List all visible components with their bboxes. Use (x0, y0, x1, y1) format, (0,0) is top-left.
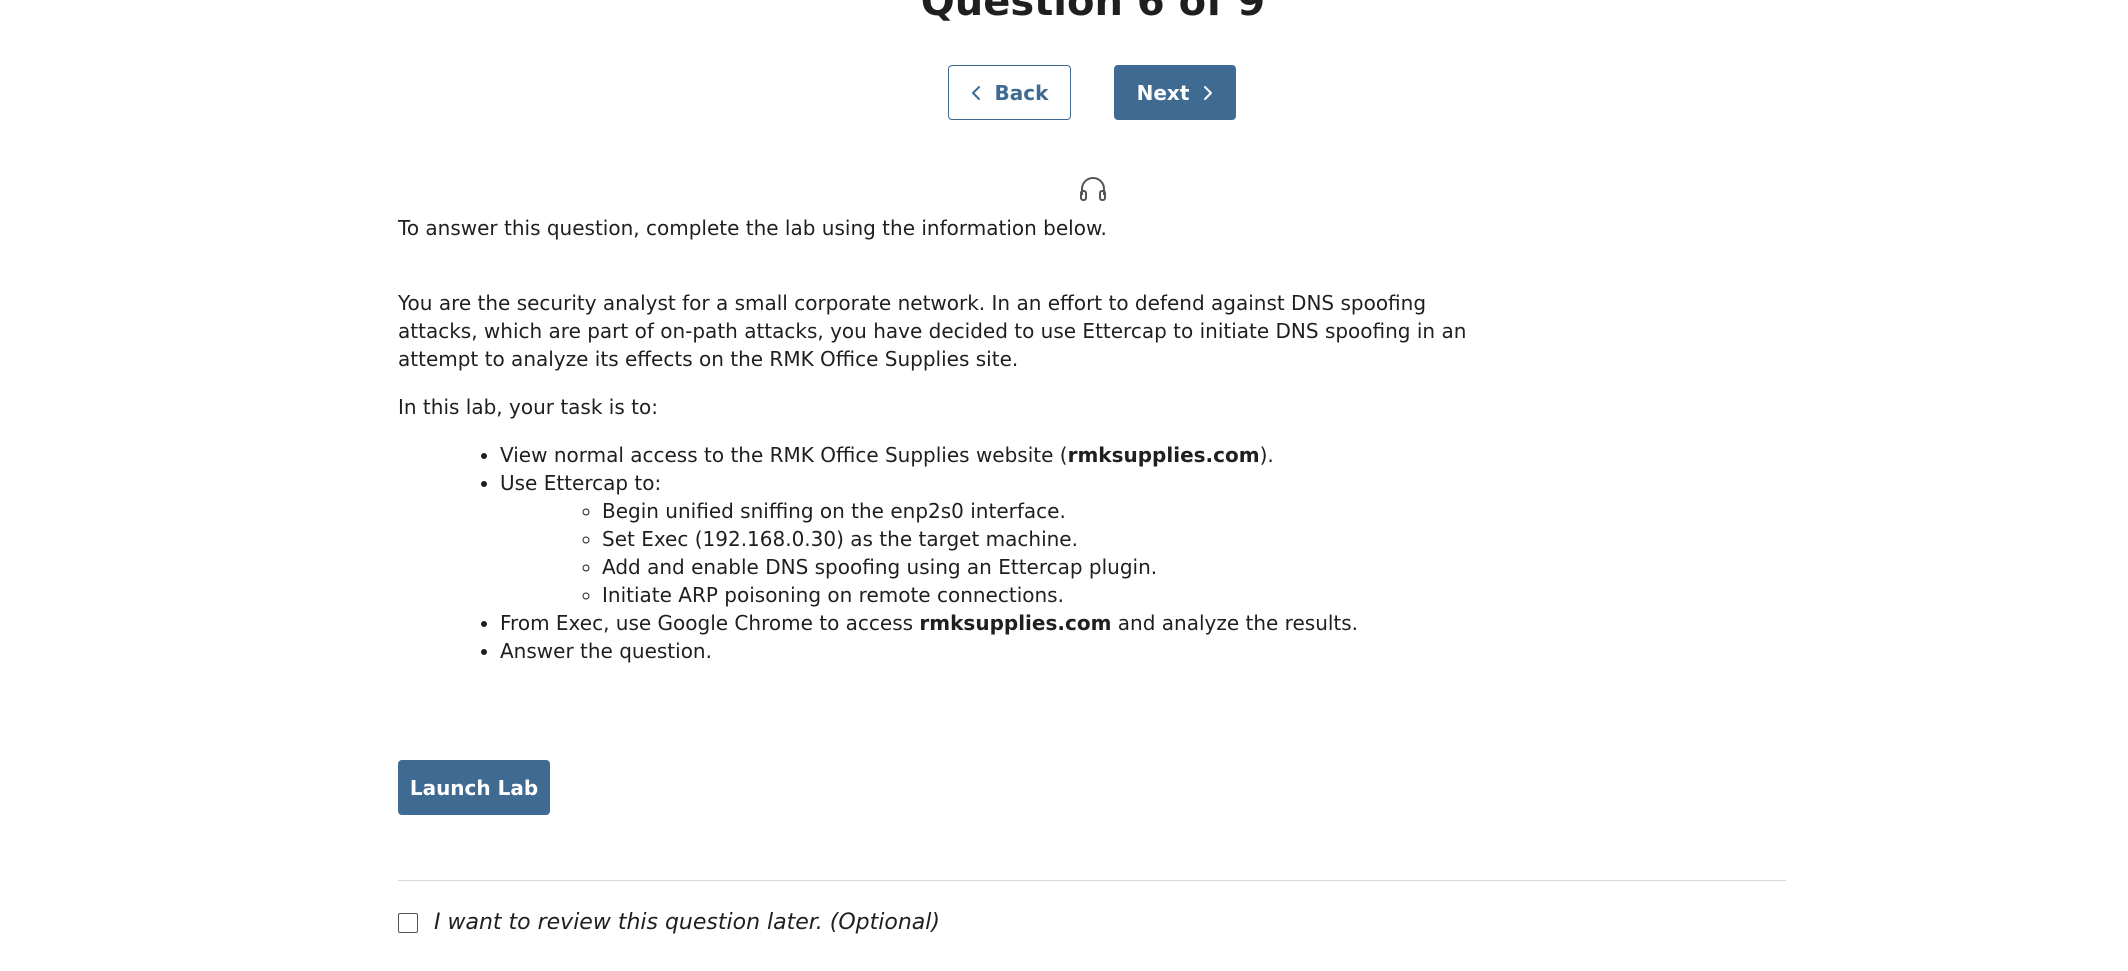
divider (398, 880, 1786, 881)
list-item: Begin unified sniffing on the enp2s0 int… (602, 497, 1498, 525)
task-url: rmksupplies.com (919, 611, 1112, 635)
task-text: View normal access to the RMK Office Sup… (500, 443, 1068, 467)
page-title: Question 6 of 9 (920, 0, 1266, 25)
back-button[interactable]: Back (948, 65, 1071, 120)
task-text: Use Ettercap to: (500, 471, 662, 495)
review-later-checkbox[interactable] (398, 912, 418, 933)
task-text: From Exec, use Google Chrome to access (500, 611, 920, 635)
next-button[interactable]: Next (1114, 65, 1236, 120)
review-later: I want to review this question later. (O… (398, 910, 940, 935)
launch-lab-button[interactable]: Launch Lab (398, 760, 550, 815)
question-page: Question 6 of 9 Back Next To answer this… (0, 0, 2128, 971)
task-url: rmksupplies.com (1067, 443, 1260, 467)
task-text: ). (1259, 443, 1274, 467)
list-item: View normal access to the RMK Office Sup… (500, 441, 1498, 469)
chevron-right-icon (1203, 85, 1213, 101)
back-button-label: Back (994, 80, 1049, 105)
list-item: From Exec, use Google Chrome to access r… (500, 609, 1498, 637)
list-item: Set Exec (192.168.0.30) as the target ma… (602, 525, 1498, 553)
list-item: Answer the question. (500, 637, 1498, 665)
list-item: Initiate ARP poisoning on remote connect… (602, 581, 1498, 609)
chevron-left-icon (971, 85, 981, 101)
review-later-label[interactable]: I want to review this question later. (O… (434, 910, 940, 935)
list-item: Add and enable DNS spoofing using an Ett… (602, 553, 1498, 581)
task-intro-text: In this lab, your task is to: (398, 395, 658, 419)
intro-text: To answer this question, complete the la… (398, 216, 1107, 240)
subtask-list: Begin unified sniffing on the enp2s0 int… (500, 497, 1498, 609)
question-content: To answer this question, complete the la… (398, 214, 1498, 665)
headphones-icon[interactable] (1078, 175, 1108, 203)
question-navigation: Back Next (948, 65, 1236, 120)
task-text: and analyze the results. (1111, 611, 1359, 635)
task-list: View normal access to the RMK Office Sup… (398, 441, 1498, 665)
scenario-text: You are the security analyst for a small… (398, 291, 1467, 371)
list-item: Use Ettercap to: Begin unified sniffing … (500, 469, 1498, 609)
next-button-label: Next (1136, 80, 1190, 105)
